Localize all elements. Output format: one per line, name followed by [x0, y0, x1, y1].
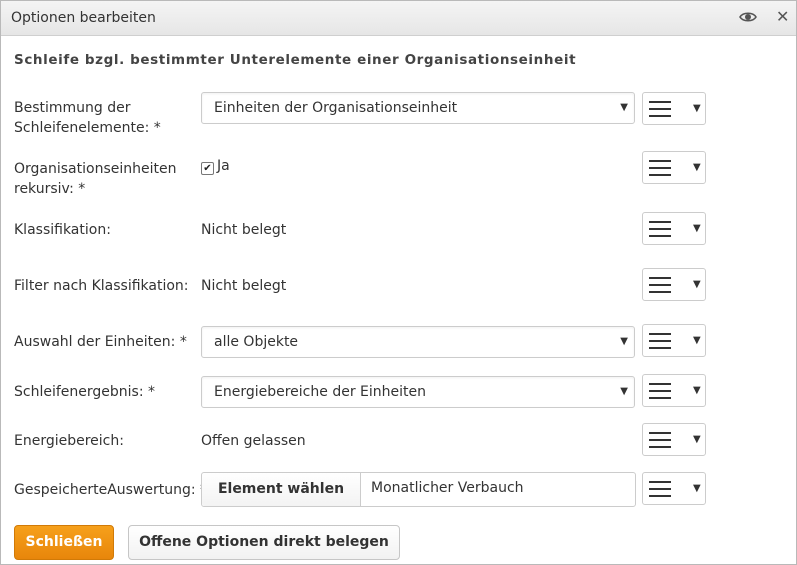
dialog-title: Optionen bearbeiten — [11, 10, 156, 26]
hamburger-icon — [649, 333, 671, 349]
dialog-heading: Schleife bzgl. bestimmter Unterelemente … — [14, 52, 577, 68]
klassifikation-menu-button[interactable]: ▼ — [642, 212, 706, 245]
bestimmung-label-line2: Schleifenelemente: * — [14, 120, 161, 136]
klassifikation-value: Nicht belegt — [201, 222, 287, 238]
filter-menu-button[interactable]: ▼ — [642, 268, 706, 301]
hamburger-icon — [649, 221, 671, 237]
hamburger-icon — [649, 160, 671, 176]
filter-value: Nicht belegt — [201, 278, 287, 294]
ergebnis-label: Schleifenergebnis: * — [14, 384, 155, 400]
rekursiv-checkbox[interactable]: ✔ — [201, 162, 214, 175]
caret-down-icon: ▼ — [693, 335, 701, 346]
energiebereich-label: Energiebereich: — [14, 433, 124, 449]
auswahl-select-value: alle Objekte — [214, 334, 299, 350]
bestimmung-label: Bestimmung der Schleifenelemente: * — [14, 98, 161, 138]
hamburger-icon — [649, 481, 671, 497]
rekursiv-label-line1: Organisationseinheiten — [14, 161, 177, 177]
hamburger-icon — [649, 101, 671, 117]
energiebereich-menu-button[interactable]: ▼ — [642, 423, 706, 456]
auswertung-label: GespeicherteAuswertung: * — [14, 482, 208, 498]
caret-down-icon: ▼ — [693, 385, 701, 396]
caret-down-icon: ▼ — [693, 434, 701, 445]
auswahl-label: Auswahl der Einheiten: * — [14, 334, 187, 350]
auswertung-picker: Element wählen Monatlicher Verbauch — [201, 472, 636, 507]
auswertung-menu-button[interactable]: ▼ — [642, 472, 706, 505]
bestimmung-menu-button[interactable]: ▼ — [642, 92, 706, 125]
eye-icon[interactable] — [739, 10, 757, 24]
rekursiv-menu-button[interactable]: ▼ — [642, 151, 706, 184]
ergebnis-select[interactable]: Energiebereiche der Einheiten ▼ — [201, 376, 635, 408]
options-dialog: Optionen bearbeiten ✕ Schleife bzgl. bes… — [0, 0, 797, 565]
fill-open-options-button[interactable]: Offene Optionen direkt belegen — [128, 525, 400, 560]
bestimmung-select[interactable]: Einheiten der Organisationseinheit ▼ — [201, 92, 635, 124]
auswertung-value: Monatlicher Verbauch — [371, 480, 524, 496]
element-waehlen-button[interactable]: Element wählen — [202, 473, 361, 506]
auswahl-menu-button[interactable]: ▼ — [642, 324, 706, 357]
ergebnis-select-value: Energiebereiche der Einheiten — [214, 384, 426, 400]
rekursiv-label: Organisationseinheiten rekursiv: * — [14, 159, 176, 199]
hamburger-icon — [649, 277, 671, 293]
energiebereich-value: Offen gelassen — [201, 433, 306, 449]
rekursiv-checkbox-label: Ja — [217, 158, 230, 174]
caret-down-icon: ▼ — [620, 102, 628, 113]
filter-label: Filter nach Klassifikation: — [14, 278, 189, 294]
caret-down-icon: ▼ — [620, 336, 628, 347]
bestimmung-label-line1: Bestimmung der — [14, 100, 131, 116]
rekursiv-label-line2: rekursiv: * — [14, 181, 86, 197]
ergebnis-menu-button[interactable]: ▼ — [642, 374, 706, 407]
caret-down-icon: ▼ — [693, 483, 701, 494]
caret-down-icon: ▼ — [693, 223, 701, 234]
caret-down-icon: ▼ — [620, 386, 628, 397]
klassifikation-label: Klassifikation: — [14, 222, 111, 238]
caret-down-icon: ▼ — [693, 103, 701, 114]
close-button[interactable]: Schließen — [14, 525, 114, 560]
caret-down-icon: ▼ — [693, 279, 701, 290]
close-icon[interactable]: ✕ — [776, 7, 789, 27]
auswahl-select[interactable]: alle Objekte ▼ — [201, 326, 635, 358]
bestimmung-select-value: Einheiten der Organisationseinheit — [214, 100, 458, 116]
hamburger-icon — [649, 383, 671, 399]
hamburger-icon — [649, 432, 671, 448]
caret-down-icon: ▼ — [693, 162, 701, 173]
dialog-titlebar: Optionen bearbeiten ✕ — [1, 1, 796, 36]
